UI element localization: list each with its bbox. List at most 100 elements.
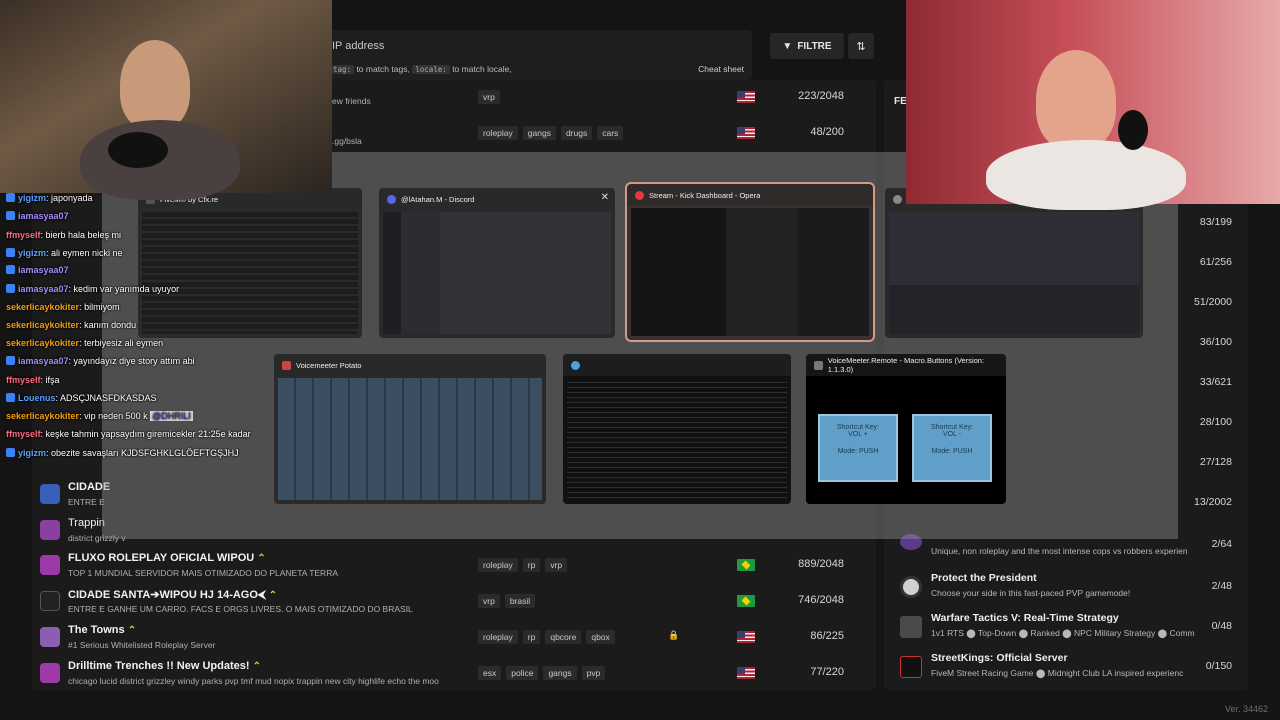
tag-list: esx police gangs pvp [478,666,606,680]
tag[interactable]: gangs [522,126,556,140]
window-thumbnail-voicemeeter[interactable]: Voicemeeter Potato [274,354,546,504]
chat-badge-icon [6,211,15,220]
us-flag-icon [737,631,755,643]
player-count: 61/256 [1199,256,1232,268]
boost-icon: ⌃ [252,661,261,672]
us-flag-icon [737,91,755,103]
chat-text: : kedim var yanımda uyuyor [68,284,180,294]
sort-button[interactable]: ⇅ [848,33,874,59]
featured-server-row[interactable]: StreetKings: Official Server FiveM Stree… [884,648,1248,688]
server-logo-icon [40,520,60,540]
chat-message: yigizm: japonyada [6,193,93,203]
chat-username: Louenus [18,393,56,403]
player-count: 36/100 [1199,336,1232,348]
chat-text: : kanım dondu [79,320,137,330]
boost-icon: ⌃ [268,590,278,601]
cheat-sheet-link[interactable]: Cheat sheet [698,64,744,74]
chat-message: iamasyaa07 [6,265,69,275]
chat-message: sekerlicaykokiter: kanım dondu [6,320,136,330]
server-logo-icon [40,555,60,575]
chat-username: yigizm [18,248,47,258]
sort-icon: ⇅ [856,40,866,53]
lock-icon: 🔒 [668,630,680,640]
chat-message: sekerlicaykokiter: terbiyesiz ali eymen [6,338,163,348]
chat-username: ffmyself [6,429,41,439]
tag[interactable]: qbox [586,630,615,644]
tag[interactable]: vrp [478,90,500,104]
server-row[interactable]: FLUXO ROLEPLAY OFICIAL WIPOU ⌃ TOP 1 MUN… [32,548,876,584]
tag[interactable]: rp [522,558,541,572]
tag[interactable]: cars [597,126,624,140]
server-logo-icon [40,484,60,504]
chat-message: yigizm: obezite savaşları KJDSFGHKLGLÖEF… [6,448,239,458]
close-icon[interactable]: ✕ [601,192,609,203]
chat-badge-icon [6,448,15,457]
player-count: 28/100 [1199,416,1232,428]
webcam-left [0,0,332,200]
tag[interactable]: vrp [478,594,500,608]
tag[interactable]: roleplay [478,558,518,572]
search-input[interactable]: IP address [332,40,384,52]
tag-list: roleplay gangs drugs cars [478,126,624,140]
tag-list: vrp brasil [478,594,536,608]
featured-server-row[interactable]: Warfare Tactics V: Real-Time Strategy 1v… [884,608,1248,648]
filter-button[interactable]: ▼ FILTRE [770,33,844,59]
tag[interactable]: vrp [545,558,568,572]
window-thumbnail-fivem[interactable]: FiveM® by Cfx.re [138,188,362,338]
obs-icon [893,194,902,204]
chat-text: : yayındayız diye story attım abi [68,356,195,366]
tag[interactable]: drugs [560,126,593,140]
tag[interactable]: gangs [543,666,577,680]
chat-badge-icon [6,265,15,274]
tag[interactable]: brasil [504,594,536,608]
chat-username: iamasyaa07 [18,284,69,294]
microphone [1118,110,1148,150]
chat-message: iamasyaa07 [6,211,69,221]
window-preview [567,378,787,500]
funnel-icon: ▼ [782,40,793,52]
chat-text: : keşke tahmin yapsaydım giremicekler 21… [40,429,251,439]
tag[interactable]: police [506,666,539,680]
chat-username: sekerlicaykokiter [6,411,80,421]
server-logo-icon [40,663,60,683]
featured-heading: FE [894,96,907,107]
player-count: 48/200 [810,126,844,138]
server-row[interactable]: CIDADE SANTA➔WIPOU HJ 14-AGO⮜ ⌃ ENTRE E … [32,584,876,620]
window-thumbnail-obs[interactable] [885,188,1143,338]
chat-badge-icon [6,356,15,365]
window-preview [889,212,1139,334]
tag-list: vrp [478,90,500,104]
chat-text: : obezite savaşları KJDSFGHKLGLÖEFTGŞJHJ [46,448,239,458]
discord-icon [387,194,396,204]
chat-text: : vip neden 500 k [79,411,148,421]
window-preview [278,378,542,500]
server-logo-icon [900,576,922,598]
player-count: 889/2048 [798,558,844,570]
chat-username: yigizm [18,448,47,458]
streamer-face [120,40,190,130]
window-thumbnail-opera[interactable]: Stream - Kick Dashboard - Opera [625,182,875,342]
macro-icon [814,360,823,370]
tag[interactable]: esx [478,666,502,680]
server-row[interactable]: The Towns ⌃ #1 Serious Whitelisted Rolep… [32,620,876,656]
server-logo-icon [40,591,60,611]
window-thumbnail-macro-buttons[interactable]: VoiceMeeter.Remote - Macro.Buttons (Vers… [806,354,1006,504]
player-count: 27/128 [1199,456,1232,468]
featured-server-row[interactable]: Protect the President Choose your side i… [884,568,1248,608]
chat-text: : terbiyesiz ali eymen [79,338,164,348]
server-row[interactable]: Drilltime Trenches !! New Updates! ⌃ chi… [32,656,876,692]
tag[interactable]: qbcore [545,630,582,644]
window-thumbnail-discord[interactable]: @lAtahan.M - Discord ✕ [379,188,615,338]
window-thumbnail-console[interactable] [563,354,791,504]
chat-username: ffmyself [6,230,41,240]
window-preview [142,212,358,334]
tag[interactable]: roleplay [478,126,518,140]
chat-username: yigizm [18,193,47,203]
streamer-body [986,140,1186,210]
server-search-bar[interactable]: IP address tag: to match tags, locale: t… [320,30,752,80]
tag[interactable]: pvp [581,666,606,680]
player-count: 83/199 [1199,216,1232,228]
chat-text: : ifşa [40,375,60,385]
tag[interactable]: roleplay [478,630,518,644]
tag[interactable]: rp [522,630,541,644]
